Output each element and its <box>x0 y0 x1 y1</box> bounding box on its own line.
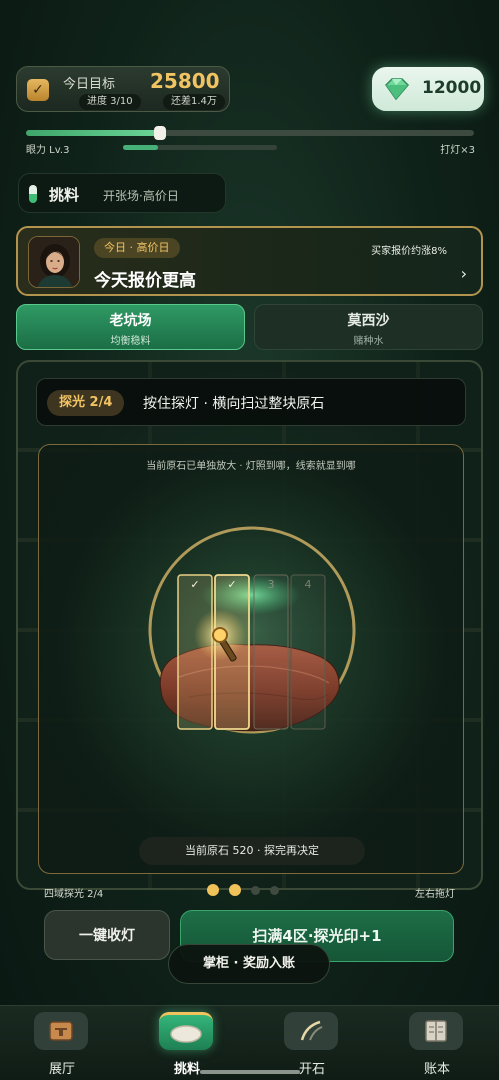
mode-subtitle: 开张场·高价日 <box>103 189 179 203</box>
woman-portrait-icon <box>29 237 79 287</box>
region-progress-label: 四域探光 2/4 <box>44 889 104 900</box>
tab-name: 老坑场 <box>109 313 152 329</box>
buyer-price-note: 买家报价约涨8% <box>371 246 447 257</box>
tab-moxisha[interactable]: 莫西沙 赌种水 <box>254 304 483 350</box>
eye-xp-knob <box>154 126 167 140</box>
probe-counter: 探光 2/4 <box>47 390 125 416</box>
chevron-right-icon[interactable]: › <box>461 264 467 283</box>
nav-item-hall[interactable]: 展厅 <box>0 1006 124 1080</box>
tab-name: 莫西沙 <box>347 313 390 329</box>
scan-zone-4[interactable] <box>290 574 326 730</box>
page-dot <box>270 885 279 895</box>
nav-item-cut[interactable]: 开石 <box>250 1006 374 1080</box>
mode-title: 挑料 <box>49 186 80 204</box>
hall-icon <box>34 1012 88 1050</box>
buyer-avatar <box>28 236 80 288</box>
tab-laokeng[interactable]: 老坑场 均衡稳料 <box>16 304 245 350</box>
nav-label: 开石 <box>298 1062 325 1077</box>
eye-xp-bar <box>26 126 474 140</box>
page-dots <box>207 884 279 896</box>
toggle-icon <box>29 185 37 203</box>
stone-status-pill: 当前原石 520 · 探完再决定 <box>139 837 365 865</box>
lamp-count-label: 打灯×3 <box>440 145 475 156</box>
nav-label: 挑料 <box>173 1062 200 1077</box>
instruction-bar: 探光 2/4 按住探灯 · 横向扫过整块原石 <box>36 378 466 426</box>
stone-scene: ✓ ✓ 3 4 <box>147 525 357 735</box>
daily-goal-card[interactable]: ✓ 今日目标 25800 进度 3/10 还差1.4万 <box>16 66 230 112</box>
gem-balance[interactable]: 12000 <box>372 67 484 111</box>
lamp-bar-fill <box>123 145 159 150</box>
lamp-bar <box>123 145 277 150</box>
stone-icon <box>159 1012 213 1050</box>
ledger-icon <box>409 1012 463 1050</box>
goal-progress: 进度 3/10 <box>79 94 141 110</box>
goal-remaining: 还差1.4万 <box>163 94 225 110</box>
buyer-headline: 今天报价更高 <box>94 271 196 291</box>
drag-hint-label: 左右拖灯 <box>415 889 455 900</box>
nav-label: 账本 <box>423 1062 450 1077</box>
goal-title: 今日目标 <box>63 77 116 92</box>
bottom-nav: 展厅 挑料 开石 账本 <box>0 1005 499 1080</box>
mode-chip[interactable]: 挑料 开张场·高价日 <box>18 173 226 213</box>
zone-label-3: 3 <box>268 578 275 591</box>
nav-label: 展厅 <box>48 1062 75 1077</box>
goal-value: 25800 <box>150 69 220 93</box>
nav-item-ledger[interactable]: 账本 <box>375 1006 499 1080</box>
page-dot <box>207 884 219 896</box>
checkbox-icon: ✓ <box>27 79 49 101</box>
page-dot <box>251 885 260 895</box>
gem-value: 12000 <box>422 78 482 98</box>
tab-desc: 均衡稳料 <box>110 336 151 347</box>
gem-icon <box>385 78 410 101</box>
saw-icon <box>284 1012 338 1050</box>
page-dot <box>229 884 241 896</box>
eye-level-label: 眼力 Lv.3 <box>26 145 70 156</box>
collect-lamp-button[interactable]: 一键收灯 <box>44 910 170 960</box>
buyer-banner[interactable]: 今日 · 高价日 今天报价更高 买家报价约涨8% › <box>16 226 483 296</box>
zone-label-4: 4 <box>305 578 312 591</box>
instruction-text: 按住探灯 · 横向扫过整块原石 <box>143 396 325 412</box>
scan-zone-3[interactable] <box>253 574 289 730</box>
play-area: 探光 2/4 按住探灯 · 横向扫过整块原石 当前原石已单独放大 · 灯照到哪，… <box>16 360 483 890</box>
today-badge: 今日 · 高价日 <box>94 238 180 258</box>
zone-label-1: ✓ <box>190 578 199 591</box>
tab-desc: 赌种水 <box>353 336 384 347</box>
nav-item-pick[interactable]: 挑料 <box>125 1006 249 1080</box>
zone-label-2: ✓ <box>227 578 236 591</box>
home-indicator <box>200 1070 300 1074</box>
reward-toast: 掌柜 · 奖励入账 <box>168 944 330 984</box>
eye-xp-fill <box>26 130 161 136</box>
stone-stage[interactable]: 当前原石已单独放大 · 灯照到哪，线索就显到哪 ✓ ✓ 3 4 当前原石 520… <box>38 444 464 874</box>
